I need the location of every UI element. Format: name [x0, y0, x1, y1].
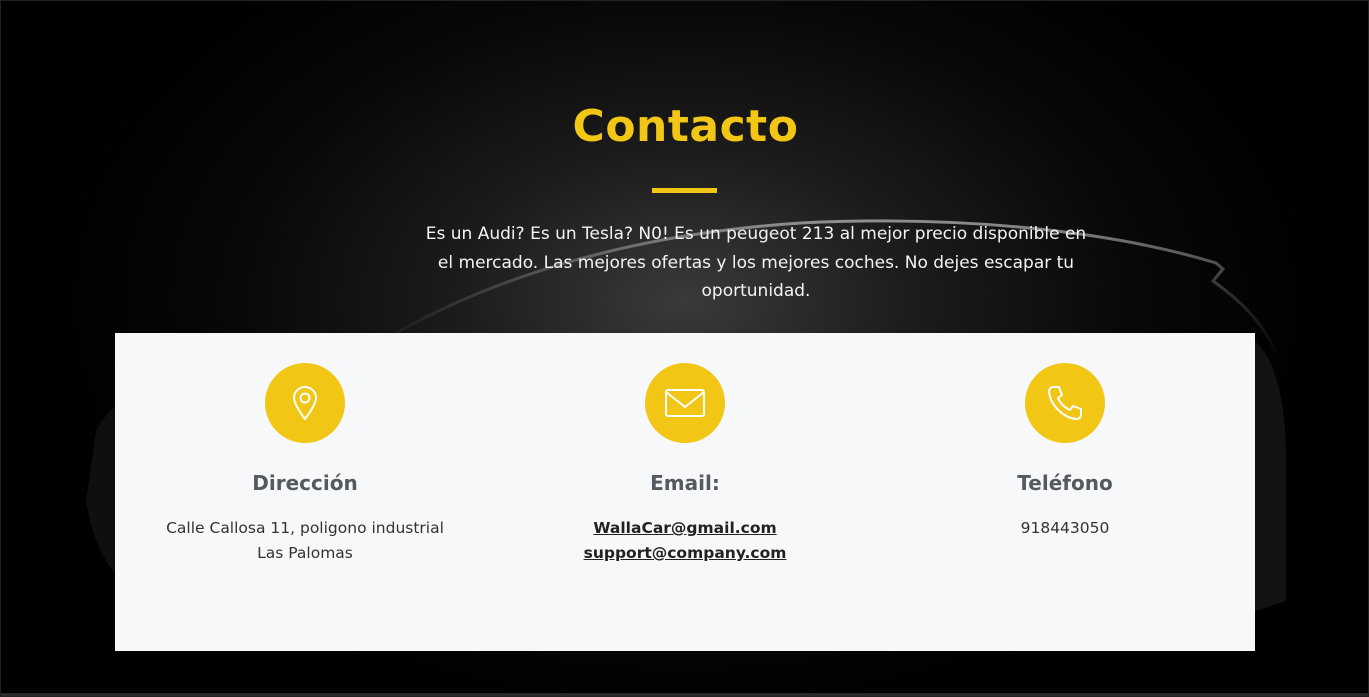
email-heading: Email: [650, 471, 720, 495]
email-icon-circle [645, 363, 725, 443]
bottom-bar [1, 693, 1368, 696]
email-link-support[interactable]: support@company.com [535, 541, 835, 566]
contact-card: Dirección Calle Callosa 11, poligono ind… [115, 333, 1255, 651]
phone-text: 918443050 [1020, 519, 1110, 537]
page-title: Contacto [572, 101, 799, 152]
phone-heading: Teléfono [1017, 471, 1113, 495]
address-icon-circle [265, 363, 345, 443]
email-link-wallacar[interactable]: WallaCar@gmail.com [535, 516, 835, 541]
address-column: Dirección Calle Callosa 11, poligono ind… [115, 333, 495, 651]
title-underline [652, 188, 717, 193]
email-column: Email: WallaCar@gmail.com support@compan… [495, 333, 875, 651]
phone-column: Teléfono 918443050 [875, 333, 1255, 651]
address-heading: Dirección [252, 471, 358, 495]
envelope-icon [665, 389, 705, 417]
phone-icon-circle [1025, 363, 1105, 443]
email-links: WallaCar@gmail.com support@company.com [535, 516, 835, 566]
map-pin-icon [292, 386, 318, 421]
contact-section: Contacto Es un Audi? Es un Tesla? N0! Es… [0, 0, 1369, 697]
intro-text: Es un Audi? Es un Tesla? N0! Es un peuge… [425, 224, 1087, 301]
phone-icon [1048, 386, 1082, 420]
address-text: Calle Callosa 11, poligono industrial La… [166, 519, 444, 562]
